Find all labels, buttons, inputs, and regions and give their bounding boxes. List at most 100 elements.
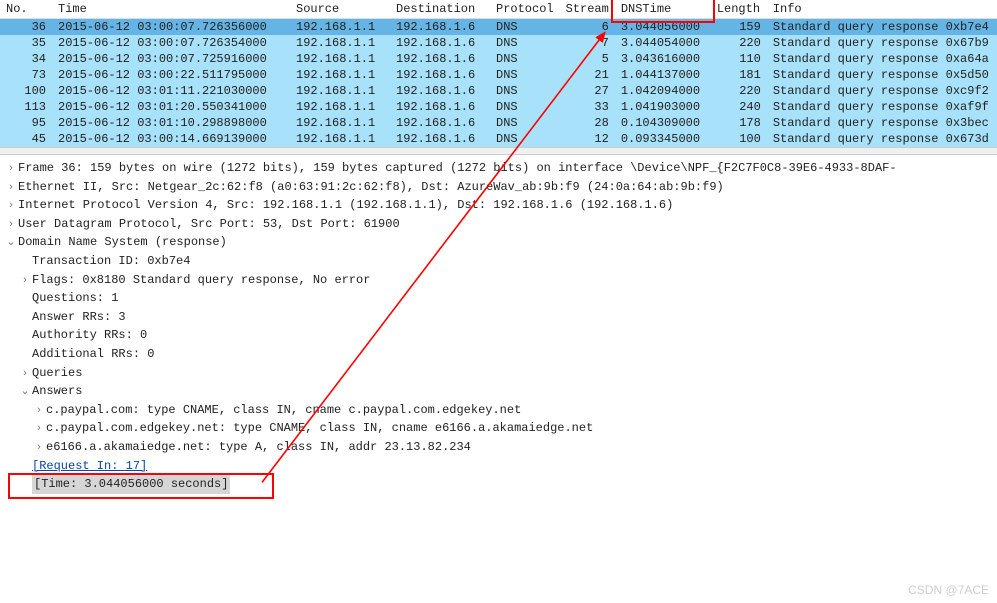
cell-info: Standard query response 0x673d — [767, 131, 997, 147]
table-row[interactable]: 362015-06-12 03:00:07.726356000192.168.1… — [0, 19, 997, 36]
tree-udp-text: User Datagram Protocol, Src Port: 53, Ds… — [18, 215, 400, 234]
packet-details-tree[interactable]: › Frame 36: 159 bytes on wire (1272 bits… — [0, 155, 997, 498]
cell-info: Standard query response 0xb7e4 — [767, 19, 997, 36]
expand-icon[interactable]: › — [18, 271, 32, 290]
cell-time: 2015-06-12 03:00:14.669139000 — [52, 131, 290, 147]
tree-time-field[interactable]: [Time: 3.044056000 seconds] — [4, 475, 997, 494]
expand-icon[interactable]: › — [32, 401, 46, 420]
tree-answer-rrs-text: Answer RRs: 3 — [32, 308, 126, 327]
cell-proto: DNS — [490, 131, 560, 147]
tree-answer-item[interactable]: › c.paypal.com: type CNAME, class IN, cn… — [4, 401, 997, 420]
tree-flags-text: Flags: 0x8180 Standard query response, N… — [32, 271, 370, 290]
cell-stream: 12 — [560, 131, 615, 147]
cell-no: 113 — [0, 99, 52, 115]
cell-src: 192.168.1.1 — [290, 115, 390, 131]
tree-answer-item[interactable]: › c.paypal.com.edgekey.net: type CNAME, … — [4, 419, 997, 438]
cell-dst: 192.168.1.6 — [390, 115, 490, 131]
tree-txid-text: Transaction ID: 0xb7e4 — [32, 252, 190, 271]
cell-proto: DNS — [490, 115, 560, 131]
cell-dnstime: 3.044054000 — [615, 35, 711, 51]
cell-dst: 192.168.1.6 — [390, 99, 490, 115]
tree-time-text: [Time: 3.044056000 seconds] — [32, 475, 230, 494]
tree-udp[interactable]: › User Datagram Protocol, Src Port: 53, … — [4, 215, 997, 234]
expand-icon[interactable]: › — [32, 419, 46, 438]
cell-proto: DNS — [490, 19, 560, 36]
cell-dst: 192.168.1.6 — [390, 83, 490, 99]
cell-info: Standard query response 0x67b9 — [767, 35, 997, 51]
collapse-icon[interactable]: ⌄ — [18, 382, 32, 401]
expand-icon[interactable]: › — [18, 364, 32, 383]
col-stream[interactable]: Stream — [560, 0, 615, 19]
cell-no: 36 — [0, 19, 52, 36]
tree-authority-rrs[interactable]: Authority RRs: 0 — [4, 326, 997, 345]
tree-request-in-link[interactable]: [Request In: 17] — [32, 457, 147, 476]
cell-src: 192.168.1.1 — [290, 51, 390, 67]
packet-list-body[interactable]: 362015-06-12 03:00:07.726356000192.168.1… — [0, 19, 997, 148]
tree-answers[interactable]: ⌄ Answers — [4, 382, 997, 401]
cell-proto: DNS — [490, 51, 560, 67]
cell-dnstime: 1.041903000 — [615, 99, 711, 115]
col-length[interactable]: Length — [711, 0, 767, 19]
tree-answers-text: Answers — [32, 382, 82, 401]
col-time[interactable]: Time — [52, 0, 290, 19]
table-row[interactable]: 352015-06-12 03:00:07.726354000192.168.1… — [0, 35, 997, 51]
tree-answer-0: c.paypal.com: type CNAME, class IN, cnam… — [46, 401, 521, 420]
cell-stream: 5 — [560, 51, 615, 67]
tree-frame-text: Frame 36: 159 bytes on wire (1272 bits),… — [18, 159, 897, 178]
cell-dst: 192.168.1.6 — [390, 51, 490, 67]
tree-dns[interactable]: ⌄ Domain Name System (response) — [4, 233, 997, 252]
tree-flags[interactable]: › Flags: 0x8180 Standard query response,… — [4, 271, 997, 290]
col-info[interactable]: Info — [767, 0, 997, 19]
cell-stream: 33 — [560, 99, 615, 115]
tree-answer-1: c.paypal.com.edgekey.net: type CNAME, cl… — [46, 419, 593, 438]
tree-frame[interactable]: › Frame 36: 159 bytes on wire (1272 bits… — [4, 159, 997, 178]
table-row[interactable]: 952015-06-12 03:01:10.298898000192.168.1… — [0, 115, 997, 131]
col-no[interactable]: No. — [0, 0, 52, 19]
tree-additional-rrs[interactable]: Additional RRs: 0 — [4, 345, 997, 364]
tree-request-in[interactable]: [Request In: 17] — [4, 457, 997, 476]
expand-icon[interactable]: › — [4, 196, 18, 215]
expand-icon[interactable]: › — [4, 215, 18, 234]
cell-dnstime: 3.044056000 — [615, 19, 711, 36]
tree-questions[interactable]: Questions: 1 — [4, 289, 997, 308]
expand-icon[interactable]: › — [32, 438, 46, 457]
table-row[interactable]: 732015-06-12 03:00:22.511795000192.168.1… — [0, 67, 997, 83]
table-row[interactable]: 1002015-06-12 03:01:11.221030000192.168.… — [0, 83, 997, 99]
cell-time: 2015-06-12 03:01:20.550341000 — [52, 99, 290, 115]
table-row[interactable]: 342015-06-12 03:00:07.725916000192.168.1… — [0, 51, 997, 67]
cell-stream: 7 — [560, 35, 615, 51]
cell-info: Standard query response 0xaf9f — [767, 99, 997, 115]
tree-answer-2: e6166.a.akamaiedge.net: type A, class IN… — [46, 438, 471, 457]
packet-list-table[interactable]: No. Time Source Destination Protocol Str… — [0, 0, 997, 147]
cell-dnstime: 3.043616000 — [615, 51, 711, 67]
tree-ip-text: Internet Protocol Version 4, Src: 192.16… — [18, 196, 673, 215]
cell-no: 73 — [0, 67, 52, 83]
cell-dst: 192.168.1.6 — [390, 67, 490, 83]
cell-proto: DNS — [490, 67, 560, 83]
tree-answer-item[interactable]: › e6166.a.akamaiedge.net: type A, class … — [4, 438, 997, 457]
tree-authority-rrs-text: Authority RRs: 0 — [32, 326, 147, 345]
tree-txid[interactable]: Transaction ID: 0xb7e4 — [4, 252, 997, 271]
table-row[interactable]: 452015-06-12 03:00:14.669139000192.168.1… — [0, 131, 997, 147]
cell-src: 192.168.1.1 — [290, 131, 390, 147]
packet-list-header-row[interactable]: No. Time Source Destination Protocol Str… — [0, 0, 997, 19]
collapse-icon[interactable]: ⌄ — [4, 233, 18, 252]
col-destination[interactable]: Destination — [390, 0, 490, 19]
tree-queries[interactable]: › Queries — [4, 364, 997, 383]
col-protocol[interactable]: Protocol — [490, 0, 560, 19]
col-source[interactable]: Source — [290, 0, 390, 19]
col-dnstime[interactable]: DNSTime — [615, 0, 711, 19]
expand-icon[interactable]: › — [4, 159, 18, 178]
cell-info: Standard query response 0x5d50 — [767, 67, 997, 83]
cell-no: 45 — [0, 131, 52, 147]
pane-divider[interactable] — [0, 147, 997, 155]
expand-icon[interactable]: › — [4, 178, 18, 197]
cell-dst: 192.168.1.6 — [390, 19, 490, 36]
table-row[interactable]: 1132015-06-12 03:01:20.550341000 192.168.… — [0, 99, 997, 115]
cell-src: 192.168.1.1 — [290, 35, 390, 51]
tree-answer-rrs[interactable]: Answer RRs: 3 — [4, 308, 997, 327]
cell-proto: DNS — [490, 35, 560, 51]
cell-time: 2015-06-12 03:01:11.221030000 — [52, 83, 290, 99]
tree-ip[interactable]: › Internet Protocol Version 4, Src: 192.… — [4, 196, 997, 215]
tree-eth[interactable]: › Ethernet II, Src: Netgear_2c:62:f8 (a0… — [4, 178, 997, 197]
